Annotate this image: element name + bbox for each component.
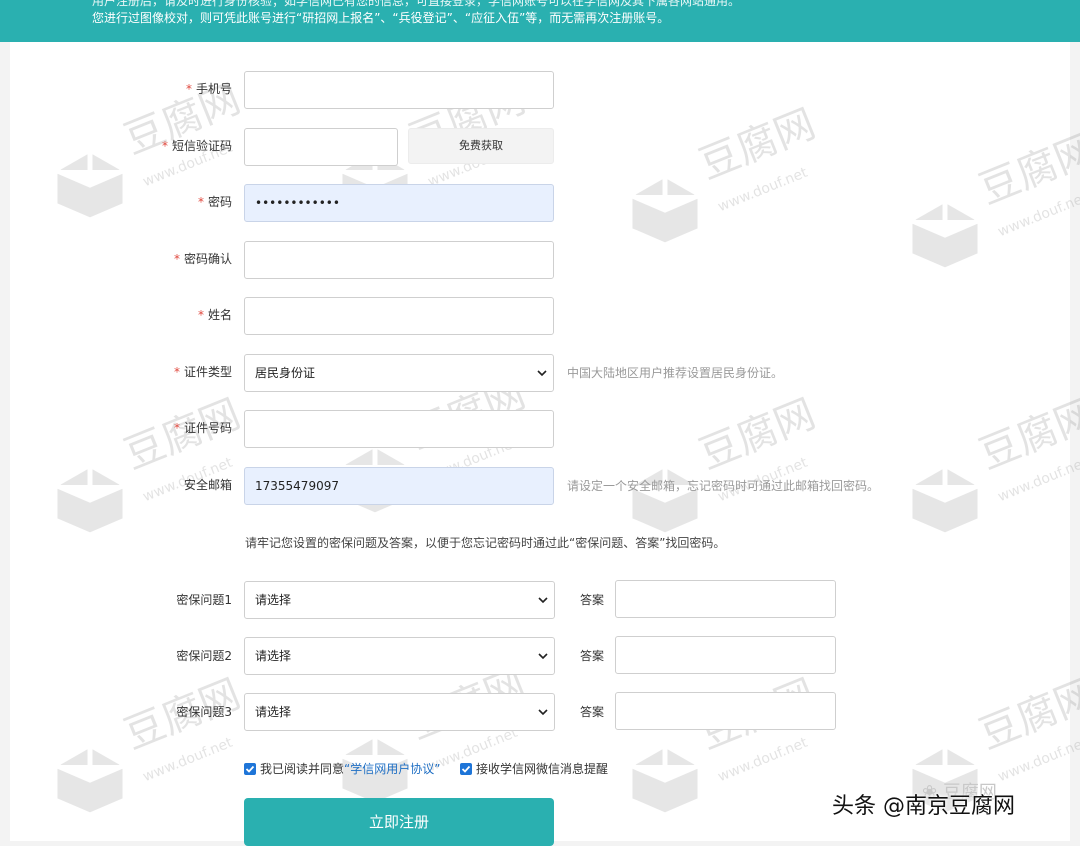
phone-label: * 手机号 <box>185 82 232 96</box>
id-type-value: 居民身份证 <box>255 366 316 380</box>
answer-3-input[interactable] <box>615 692 836 730</box>
chevron-down-icon <box>537 370 547 377</box>
phone-input[interactable] <box>244 71 554 109</box>
wechat-notify-text: 接收学信网微信消息提醒 <box>476 762 609 776</box>
answer-1-label: 答案 <box>579 593 604 607</box>
password-label: * 密码 <box>197 195 232 209</box>
top-banner: 用户注册后，请及时进行身份核验；如学信网已有您的信息，可直接登录，学信网账号可以… <box>0 0 1080 42</box>
id-number-input[interactable] <box>244 410 554 448</box>
checkmark-icon <box>461 765 471 773</box>
security-question-2-value: 请选择 <box>255 649 292 663</box>
id-type-hint: 中国大陆地区用户推荐设置居民身份证。 <box>567 366 784 380</box>
security-question-3-label: 密保问题3 <box>176 705 232 719</box>
agree-terms-text: 我已阅读并同意“学信网用户协议” <box>260 761 440 777</box>
agree-terms-checkbox[interactable] <box>244 763 256 775</box>
banner-line-2: 您进行过图像校对，则可凭此账号进行“研招网上报名”、“兵役登记”、“应征入伍”等… <box>92 11 670 25</box>
sms-code-label: * 短信验证码 <box>161 139 232 153</box>
password-confirm-input[interactable] <box>244 241 554 279</box>
answer-2-label: 答案 <box>579 649 604 663</box>
name-input[interactable] <box>244 297 554 335</box>
id-type-label: * 证件类型 <box>173 365 232 379</box>
answer-1-input[interactable] <box>615 580 836 618</box>
security-question-3-value: 请选择 <box>255 705 292 719</box>
get-sms-code-button[interactable]: 免费获取 <box>408 128 554 164</box>
security-question-2-label: 密保问题2 <box>176 649 232 663</box>
password-input[interactable]: •••••••••••• <box>244 184 554 222</box>
id-number-label: * 证件号码 <box>173 421 232 435</box>
user-agreement-link[interactable]: “学信网用户协议” <box>344 762 440 776</box>
wechat-notify-checkbox[interactable] <box>460 763 472 775</box>
security-question-1-value: 请选择 <box>255 593 292 607</box>
security-question-notice: 请牢记您设置的密保问题及答案，以便于您忘记密码时通过此“密保问题、答案”找回密码… <box>245 536 726 550</box>
password-confirm-label: * 密码确认 <box>173 252 232 266</box>
email-hint: 请设定一个安全邮箱，忘记密码时可通过此邮箱找回密码。 <box>567 479 880 493</box>
answer-2-input[interactable] <box>615 636 836 674</box>
name-label: * 姓名 <box>197 308 232 322</box>
email-label: 安全邮箱 <box>183 478 232 492</box>
answer-3-label: 答案 <box>579 705 604 719</box>
checkmark-icon <box>245 765 255 773</box>
agree-terms-prefix: 我已阅读并同意 <box>260 762 345 776</box>
sms-code-input[interactable] <box>244 128 398 166</box>
toutiao-signature: 头条 @南京豆腐网 <box>832 794 1015 819</box>
id-type-select[interactable]: 居民身份证 <box>244 354 554 392</box>
email-input[interactable]: 17355479097 <box>244 467 554 505</box>
security-question-1-label: 密保问题1 <box>176 593 232 607</box>
register-submit-button[interactable]: 立即注册 <box>244 798 554 846</box>
